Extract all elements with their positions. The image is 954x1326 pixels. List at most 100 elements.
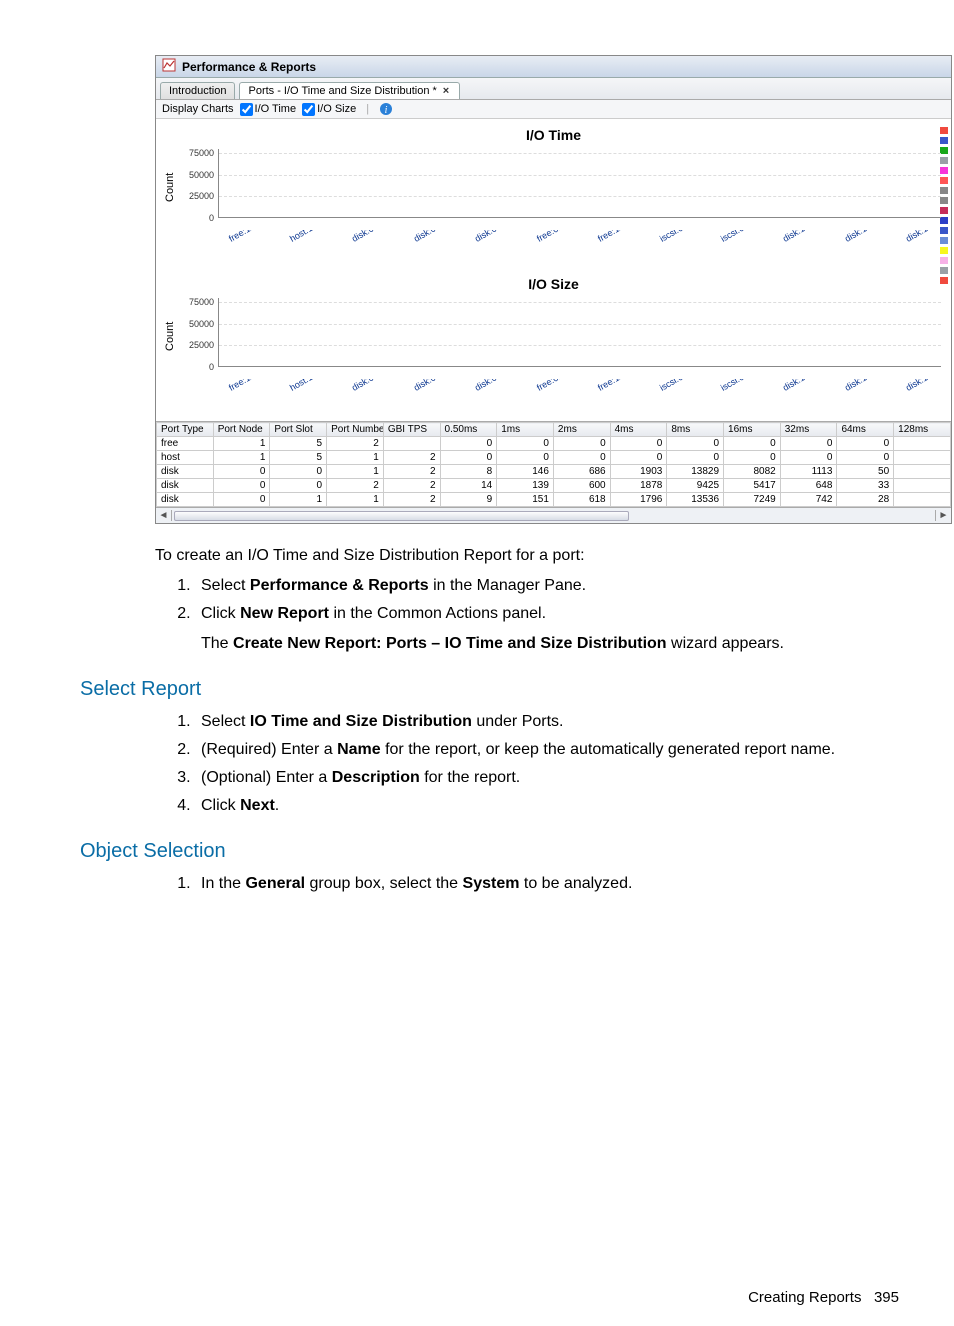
x-tick-label: disk:1:1:1:2	[901, 230, 925, 244]
footer-page: 395	[874, 1289, 899, 1306]
column-header[interactable]: Port Slot	[270, 423, 327, 437]
tab-bar: Introduction Ports - I/O Time and Size D…	[156, 78, 951, 100]
y-tick: 50000	[189, 170, 214, 180]
x-tick-label: free:1:5:2:2	[224, 379, 248, 393]
column-header[interactable]: Port Node	[213, 423, 270, 437]
column-header[interactable]: 0.50ms	[440, 423, 497, 437]
scroll-track[interactable]	[172, 511, 935, 521]
table-cell: 2	[383, 451, 440, 465]
window-titlebar: Performance & Reports	[156, 56, 951, 78]
sr-step-3: (Optional) Enter a Description for the r…	[195, 766, 915, 790]
x-tick-label: disk:0:1:1:2	[470, 379, 494, 393]
info-icon[interactable]: i	[379, 102, 393, 116]
table-cell: 14	[440, 479, 497, 493]
io-size-checkbox-label[interactable]: I/O Size	[302, 103, 356, 116]
y-tick: 25000	[189, 191, 214, 201]
x-tick-label: free:0:1:2:0	[532, 379, 556, 393]
table-cell: 686	[553, 465, 610, 479]
scroll-thumb[interactable]	[174, 511, 629, 521]
chart-title: I/O Size	[162, 276, 945, 292]
table-cell: 0	[667, 437, 724, 451]
step-2: Click New Report in the Common Actions p…	[195, 602, 915, 656]
x-tick-label: iscsi:0:5:2:1	[716, 379, 740, 393]
x-tick-label: iscsi:0:5:1:1	[655, 230, 679, 244]
column-header[interactable]: 64ms	[837, 423, 894, 437]
x-tick-label: iscsi:0:5:2:1	[716, 230, 740, 244]
x-tick-label: host:1:5:1:2	[285, 379, 309, 393]
close-tab-icon[interactable]: ×	[441, 85, 451, 97]
table-cell: 1	[327, 451, 384, 465]
table-cell: 0	[270, 479, 327, 493]
legend-swatch	[940, 267, 948, 274]
table-cell	[894, 493, 951, 507]
x-tick-label: disk:1:0:2:2	[840, 379, 864, 393]
table-row[interactable]: disk001281466861903138298082111350	[157, 465, 951, 479]
page-footer: Creating Reports 395	[748, 1289, 899, 1306]
table-cell: disk	[157, 465, 214, 479]
document-body: To create an I/O Time and Size Distribut…	[155, 544, 915, 896]
chart-icon	[162, 58, 176, 75]
io-size-checkbox[interactable]	[302, 103, 315, 116]
legend-swatch	[940, 127, 948, 134]
table-cell: 8	[440, 465, 497, 479]
table-cell: 742	[780, 493, 837, 507]
table-cell: 0	[724, 437, 781, 451]
chart-toolbar: Display Charts I/O Time I/O Size | i	[156, 100, 951, 119]
y-tick: 0	[209, 362, 214, 372]
table-row[interactable]: disk00221413960018789425541764833	[157, 479, 951, 493]
column-header[interactable]: GBI TPS	[383, 423, 440, 437]
x-tick-label: iscsi:0:5:1:1	[655, 379, 679, 393]
table-row[interactable]: host151200000000	[157, 451, 951, 465]
legend-swatch	[940, 277, 948, 284]
table-cell: 1	[327, 493, 384, 507]
table-cell: 1113	[780, 465, 837, 479]
steps-create-report: Select Performance & Reports in the Mana…	[195, 574, 915, 656]
column-header[interactable]: 128ms	[894, 423, 951, 437]
table-cell: 0	[837, 451, 894, 465]
table-cell: 1878	[610, 479, 667, 493]
horizontal-scrollbar[interactable]: ◄ ►	[156, 507, 951, 523]
x-tick-label: free:1:5:2:2	[224, 230, 248, 244]
table-cell: 0	[213, 479, 270, 493]
chart-plot: 0250005000075000	[178, 294, 945, 379]
table-cell: 618	[553, 493, 610, 507]
x-tick-label: disk:0:0:1:2	[347, 230, 371, 244]
column-header[interactable]: 32ms	[780, 423, 837, 437]
scroll-right-arrow[interactable]: ►	[935, 510, 951, 521]
x-tick-label: disk:0:0:1:2	[347, 379, 371, 393]
table-cell: 0	[724, 451, 781, 465]
io-time-checkbox-label[interactable]: I/O Time	[240, 103, 297, 116]
table-cell: 13536	[667, 493, 724, 507]
tab-introduction[interactable]: Introduction	[160, 82, 235, 99]
column-header[interactable]: 16ms	[724, 423, 781, 437]
table-cell: 0	[780, 437, 837, 451]
column-header[interactable]: 1ms	[497, 423, 554, 437]
column-header[interactable]: 8ms	[667, 423, 724, 437]
table-row[interactable]: free15200000000	[157, 437, 951, 451]
table-row[interactable]: disk01129151618179613536724974228	[157, 493, 951, 507]
table-cell: 139	[497, 479, 554, 493]
x-tick-label: disk:1:0:1:2	[778, 230, 802, 244]
column-header[interactable]: Port Type	[157, 423, 214, 437]
legend-swatch	[940, 137, 948, 144]
scroll-left-arrow[interactable]: ◄	[156, 510, 172, 521]
table-cell: 5	[270, 437, 327, 451]
tab-ports-io-distribution[interactable]: Ports - I/O Time and Size Distribution *…	[239, 82, 460, 99]
wizard-note: The Create New Report: Ports – IO Time a…	[201, 632, 915, 656]
table-cell: 2	[383, 479, 440, 493]
table-cell: 0	[667, 451, 724, 465]
table-cell: 0	[497, 437, 554, 451]
table-cell	[894, 451, 951, 465]
section-object-selection: Object Selection	[80, 836, 915, 866]
table-cell: 0	[497, 451, 554, 465]
column-header[interactable]: 2ms	[553, 423, 610, 437]
display-charts-label: Display Charts	[162, 103, 234, 115]
table-cell: 1	[213, 437, 270, 451]
io-time-checkbox[interactable]	[240, 103, 253, 116]
y-tick: 0	[209, 213, 214, 223]
table-cell: host	[157, 451, 214, 465]
data-table-region: Port TypePort NodePort SlotPort NumberGB…	[156, 421, 951, 523]
table-cell	[383, 437, 440, 451]
column-header[interactable]: Port Number	[327, 423, 384, 437]
column-header[interactable]: 4ms	[610, 423, 667, 437]
